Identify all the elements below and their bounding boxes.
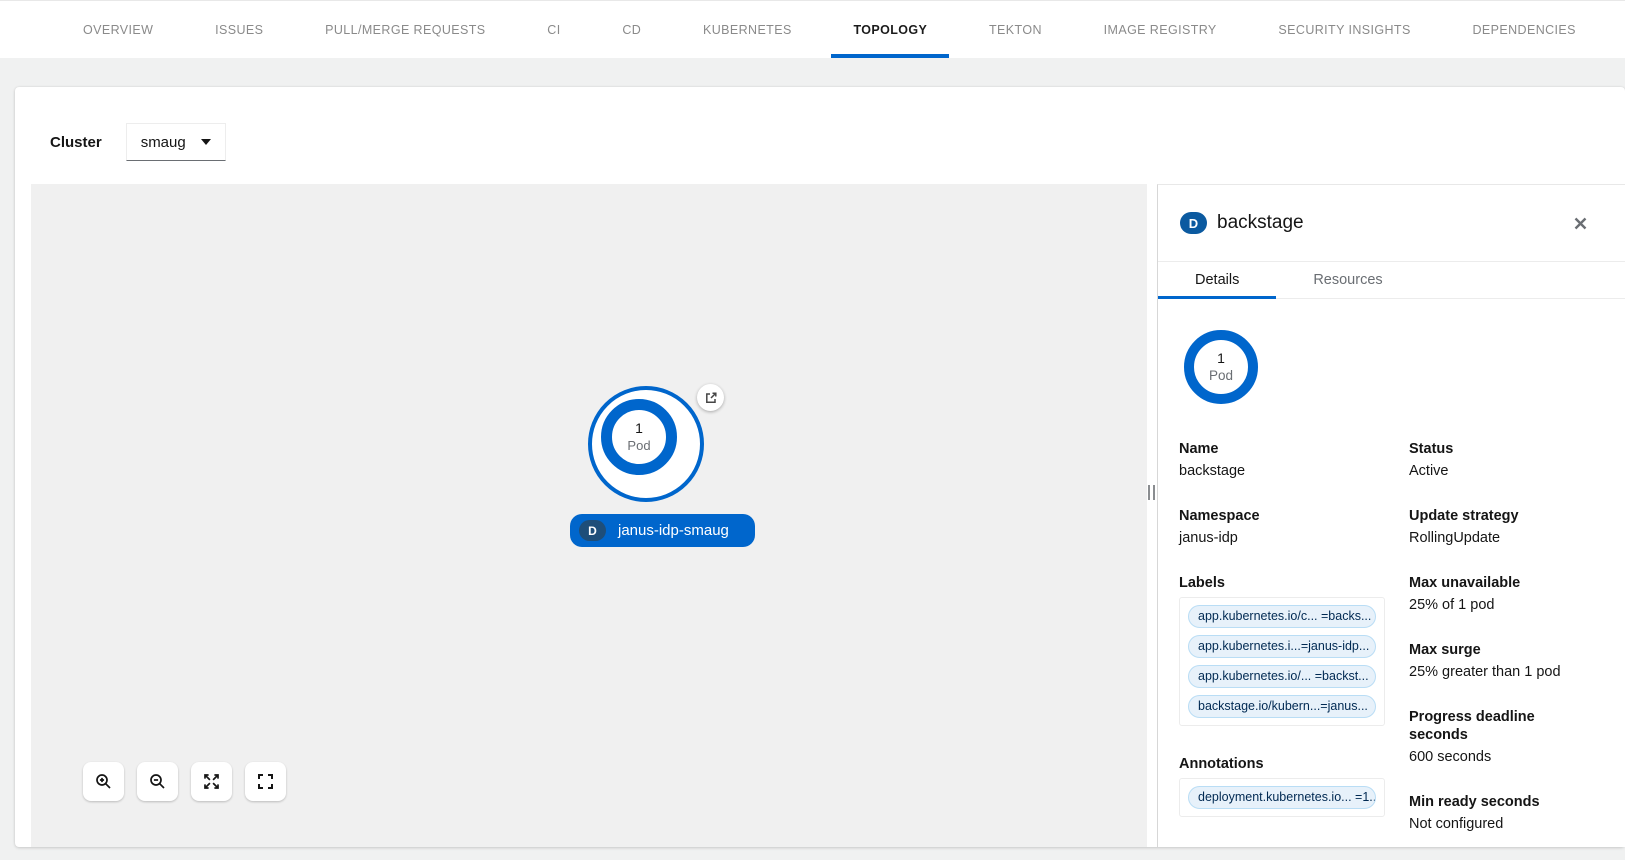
details-side-panel: D backstage Details Resources 1 Pod <box>1157 184 1625 847</box>
detail-field-value: Active <box>1409 463 1591 480</box>
detail-field-label: Max unavailable <box>1409 574 1591 592</box>
detail-field-label: Update strategy <box>1409 507 1591 525</box>
entity-tab[interactable]: CI <box>547 1 560 58</box>
node-label-text: janus-idp-smaug <box>618 522 729 539</box>
detail-field-value: Not configured <box>1409 816 1591 833</box>
label-chip[interactable]: app.kubernetes.io/... =backst... <box>1188 665 1376 688</box>
entity-tab[interactable]: TEKTON <box>989 1 1042 58</box>
labels-group: Labels app.kubernetes.io/c... =backs... … <box>1179 574 1409 726</box>
detail-field-label: Name <box>1179 440 1409 458</box>
detail-field: Max surge 25% greater than 1 pod <box>1409 641 1591 681</box>
detail-field-value: 600 seconds <box>1409 749 1591 766</box>
annotation-chip[interactable]: deployment.kubernetes.io... =1.. <box>1188 786 1376 809</box>
fullscreen-icon <box>257 773 274 790</box>
detail-field: Progress deadline seconds 600 seconds <box>1409 708 1591 766</box>
entity-tab[interactable]: SECURITY INSIGHTS <box>1278 1 1410 58</box>
entity-tab[interactable]: IMAGE REGISTRY <box>1104 1 1217 58</box>
detail-field: Namespace janus-idp <box>1179 507 1409 547</box>
detail-field: Update strategy RollingUpdate <box>1409 507 1591 547</box>
topology-canvas[interactable]: 1 Pod D janus-idp-smaug <box>31 184 1147 847</box>
detail-field-value: backstage <box>1179 463 1409 480</box>
detail-field-value: 25% greater than 1 pod <box>1409 664 1591 681</box>
side-panel-tabs: Details Resources <box>1158 262 1625 299</box>
fit-to-screen-icon <box>203 773 220 790</box>
topology-card: Cluster smaug 1 Pod D janus-idp-smaug <box>15 87 1625 847</box>
fullscreen-button[interactable] <box>245 762 286 801</box>
canvas-controls <box>83 762 286 801</box>
pod-unit-label: Pod <box>1209 367 1233 384</box>
side-panel-title[interactable]: backstage <box>1217 212 1304 234</box>
zoom-in-icon <box>95 773 112 790</box>
detail-field: Max unavailable 25% of 1 pod <box>1409 574 1591 614</box>
zoom-out-icon <box>149 773 166 790</box>
deployment-badge: D <box>579 520 606 541</box>
annotations-chip-list: deployment.kubernetes.io... =1.. <box>1179 778 1385 817</box>
cluster-select[interactable]: smaug <box>126 123 226 161</box>
cluster-label: Cluster <box>50 134 102 151</box>
close-panel-button[interactable] <box>1570 213 1591 234</box>
detail-field-label: Max surge <box>1409 641 1591 659</box>
detail-field-label: Namespace <box>1179 507 1409 525</box>
annotations-heading: Annotations <box>1179 755 1409 773</box>
zoom-out-button[interactable] <box>137 762 178 801</box>
detail-field: Status Active <box>1409 440 1591 480</box>
entity-tab[interactable]: PULL/MERGE REQUESTS <box>325 1 485 58</box>
close-icon <box>1574 217 1587 230</box>
entity-tab[interactable]: KUBERNETES <box>703 1 792 58</box>
deployment-node[interactable]: 1 Pod <box>588 386 704 502</box>
entity-tab[interactable]: ISSUES <box>215 1 263 58</box>
entity-tab-bar: OVERVIEW ISSUES PULL/MERGE REQUESTS CI C… <box>0 0 1625 58</box>
detail-field-value: janus-idp <box>1179 530 1409 547</box>
detail-field: Min ready seconds Not configured <box>1409 793 1591 833</box>
external-link-icon <box>704 391 718 405</box>
side-panel-header: D backstage <box>1158 185 1625 262</box>
panel-resize-handle[interactable] <box>1148 485 1155 500</box>
fit-to-screen-button[interactable] <box>191 762 232 801</box>
side-panel-tab[interactable]: Details <box>1158 262 1276 298</box>
detail-field-value: RollingUpdate <box>1409 530 1591 547</box>
label-chip[interactable]: app.kubernetes.io/c... =backs... <box>1188 605 1376 628</box>
detail-field-value: 25% of 1 pod <box>1409 597 1591 614</box>
entity-tab[interactable]: DEPENDENCIES <box>1472 1 1575 58</box>
side-panel-details: 1 Pod Name backstage Names <box>1158 299 1625 860</box>
entity-tab[interactable]: CD <box>622 1 641 58</box>
pod-count: 1 <box>635 420 643 437</box>
labels-chip-list: app.kubernetes.io/c... =backs... app.kub… <box>1179 597 1385 726</box>
detail-field-label: Progress deadline seconds <box>1409 708 1591 744</box>
annotations-group: Annotations deployment.kubernetes.io... … <box>1179 755 1409 817</box>
cluster-toolbar: Cluster smaug <box>50 123 226 161</box>
pod-unit-label: Pod <box>627 437 650 454</box>
details-left-column: Name backstage Namespace janus-idp Label… <box>1179 440 1409 817</box>
cluster-select-value: smaug <box>141 134 186 151</box>
detail-field: Name backstage <box>1179 440 1409 480</box>
node-label-pill[interactable]: D janus-idp-smaug <box>570 514 755 547</box>
detail-field-label: Status <box>1409 440 1591 458</box>
pod-donut-chart[interactable]: 1 Pod <box>1184 330 1258 404</box>
entity-tab[interactable]: TOPOLOGY <box>853 1 927 58</box>
chevron-down-icon <box>201 139 211 145</box>
pod-donut: 1 Pod <box>601 399 677 475</box>
entity-tab[interactable]: OVERVIEW <box>83 1 153 58</box>
side-panel-tab[interactable]: Resources <box>1276 262 1419 298</box>
deployment-badge: D <box>1180 212 1207 234</box>
label-chip[interactable]: app.kubernetes.i...=janus-idp... <box>1188 635 1376 658</box>
detail-field-label: Min ready seconds <box>1409 793 1591 811</box>
label-chip[interactable]: backstage.io/kubern...=janus... <box>1188 695 1376 718</box>
open-url-decorator[interactable] <box>697 384 724 411</box>
labels-heading: Labels <box>1179 574 1409 592</box>
pod-count: 1 <box>1217 350 1225 367</box>
details-right-column: Status Active Update strategy RollingUpd… <box>1409 440 1591 860</box>
zoom-in-button[interactable] <box>83 762 124 801</box>
